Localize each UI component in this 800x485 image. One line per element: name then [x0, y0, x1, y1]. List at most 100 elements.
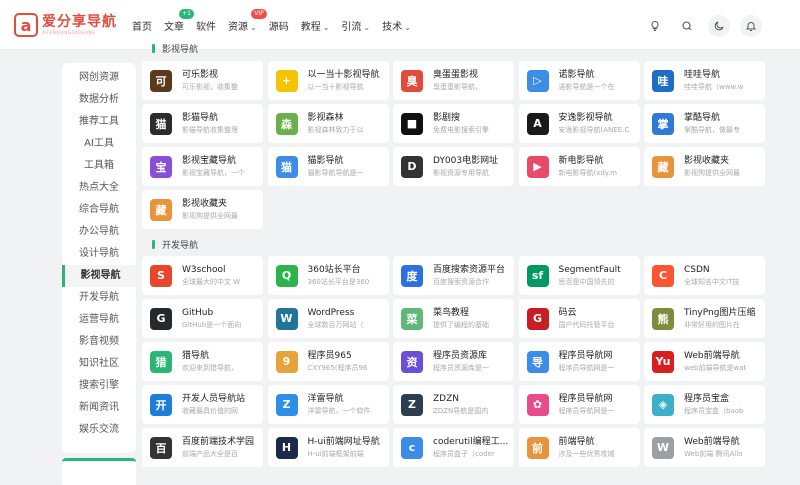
sidebar-item[interactable]: 运营导航: [62, 309, 136, 331]
site-card[interactable]: ■ 影剧搜 免费电影搜索引擎: [393, 104, 514, 143]
site-card-title: 新电影导航: [558, 155, 604, 166]
nav-item[interactable]: 软件: [196, 18, 216, 33]
sidebar-item[interactable]: 热点大全: [62, 177, 136, 199]
nav-item[interactable]: 文章 +1: [164, 8, 194, 33]
sidebar-item[interactable]: 设计导航: [62, 243, 136, 265]
site-logo-icon: 度: [401, 264, 423, 287]
site-logo-icon: H: [275, 436, 298, 459]
site-card-title: 洋雷导航: [307, 393, 344, 404]
site-card-desc: 全球最大的中文 W: [182, 277, 241, 286]
site-card-title: 可乐影视: [182, 69, 219, 80]
site-card-title: 百度搜索资源平台: [433, 264, 506, 275]
nav-item[interactable]: 引流 ⌄: [341, 18, 370, 33]
site-card[interactable]: 可可乐影视 可乐影视，收集整: [142, 61, 263, 100]
site-logo-icon: 开: [150, 393, 172, 416]
site-logo-icon: C: [652, 264, 674, 287]
site-card[interactable]: S W3school 全球最大的中文 W: [142, 256, 263, 295]
site-card[interactable]: 度百度搜索资源平台 百度搜索资源合作: [393, 256, 514, 295]
site-card[interactable]: 9 程序员965 CXY965(程序员96: [267, 342, 389, 381]
site-card-title: 程序员资源库: [433, 350, 488, 361]
site-card[interactable]: c coderutil编程工... 程序员盒子（coder: [393, 428, 514, 467]
site-logo-icon: 百: [150, 436, 172, 459]
moon-icon[interactable]: [708, 15, 730, 37]
sidebar-item[interactable]: 网创资源: [62, 67, 136, 89]
sidebar-item[interactable]: AI工具: [62, 133, 136, 155]
site-card[interactable]: G GitHub GitHub是一个面向: [142, 299, 263, 338]
site-card[interactable]: 猎猎导航 欢迎来到猎导航，: [142, 342, 263, 381]
site-card[interactable]: 哇哇哇导航 哇哇导航（www.w: [644, 61, 765, 100]
sidebar-item[interactable]: 推荐工具: [62, 111, 136, 133]
site-card[interactable]: ▷ 诺影导航 诺影导航是一个在: [518, 61, 640, 100]
site-card[interactable]: W Web前端导航 Web前端 腾讯Allo: [644, 428, 765, 467]
nav-item-label: 资源: [228, 21, 248, 33]
sidebar-item[interactable]: 知识社区: [62, 353, 136, 375]
sidebar-item[interactable]: 影音视频: [62, 331, 136, 353]
site-card[interactable]: + 以一当十影视导航 以一当十影视导航: [267, 61, 389, 100]
site-card-desc: 新电影导航(xdy.m: [558, 168, 618, 177]
site-card[interactable]: 掌掌酷导航 掌酷导航，做最专: [644, 104, 765, 143]
sidebar-item[interactable]: 娱乐交流: [62, 419, 136, 441]
site-card[interactable]: sf SegmentFault 思否是中国领先的: [518, 256, 640, 295]
bell-icon[interactable]: [740, 15, 762, 37]
top-navbar: a 爱分享导航 AIFENXIANGDAOHANG 首页 文章 +1 软件 资源 ⌄ VIP…: [0, 0, 800, 50]
site-card[interactable]: 熊 TinyPng图片压缩 非常好用的图片在: [644, 299, 765, 338]
site-logo-icon: ✿: [526, 393, 549, 416]
site-card-desc: 洋雷导航，一个软件: [307, 406, 371, 415]
site-card[interactable]: W WordPress 全球数百万网站（: [267, 299, 389, 338]
site-card[interactable]: G 码云 国产代码托管平台: [518, 299, 640, 338]
site-logo-icon: 藏: [652, 155, 674, 178]
sidebar-item[interactable]: 办公导航: [62, 221, 136, 243]
search-icon[interactable]: [676, 15, 698, 37]
site-card-title: 菜鸟教程: [433, 307, 470, 318]
site-card[interactable]: 资程序员资源库 程序员资源库是一: [393, 342, 514, 381]
site-card-title: 掌酷导航: [684, 112, 721, 123]
site-card[interactable]: 导程序员导航网 程序员导航网是一: [518, 342, 640, 381]
site-logo-icon: 导: [526, 350, 549, 373]
site-logo[interactable]: a 爱分享导航 AIFENXIANGDAOHANG: [14, 13, 117, 37]
site-card-title: 臭蛋蛋影视: [433, 69, 479, 80]
sidebar-item[interactable]: 新闻资讯: [62, 397, 136, 419]
sidebar-item[interactable]: 综合导航: [62, 199, 136, 221]
site-card[interactable]: 猫猫影导航 猫影导航导航是一: [267, 147, 389, 186]
site-card[interactable]: 宝影视宝藏导航 影视宝藏导航，一个: [142, 147, 263, 186]
site-card-desc: 百度搜索资源合作: [433, 277, 489, 286]
site-card[interactable]: Z ZDZN ZDZN导航是国内: [393, 385, 514, 424]
sidebar-item[interactable]: 开发导航: [62, 287, 136, 309]
site-card[interactable]: 藏影视收藏夹 影视狗提供全网最: [644, 147, 765, 186]
sidebar-item[interactable]: 搜索引擎: [62, 375, 136, 397]
nav-item[interactable]: 资源 ⌄ VIP: [228, 8, 267, 33]
site-card[interactable]: H H-ui前端网址导航 H-ui前端框架前端: [267, 428, 389, 467]
sidebar-item[interactable]: 工具箱: [62, 155, 136, 177]
site-card[interactable]: ▶ 新电影导航 新电影导航(xdy.m: [518, 147, 640, 186]
site-card[interactable]: 猫影猫导航 影猫导航收集整理: [142, 104, 263, 143]
site-card-desc: 思否是中国领先的: [558, 277, 615, 286]
nav-badge: +1: [179, 8, 194, 19]
site-card[interactable]: 菜菜鸟教程 提供了编程的基础: [393, 299, 514, 338]
chevron-down-icon: ⌄: [404, 22, 411, 32]
nav-item[interactable]: 技术 ⌄: [382, 18, 411, 33]
nav-item[interactable]: 教程 ⌄: [301, 18, 330, 33]
site-card[interactable]: 前前端导航 涉及一些优秀攻城: [518, 428, 640, 467]
nav-item[interactable]: 源码: [269, 18, 289, 33]
sidebar-item[interactable]: 影视导航: [62, 265, 136, 287]
site-card[interactable]: Q 360站长平台 360站长平台是360: [267, 256, 389, 295]
site-card[interactable]: D DY003电影网址 影视资源专用导航: [393, 147, 514, 186]
site-card[interactable]: 开开发人员导航站 收藏最具价值的网: [142, 385, 263, 424]
site-card[interactable]: 森影视森林 影视森林致力于以: [267, 104, 389, 143]
site-card[interactable]: 藏影视收藏夹 影视狗提供全网最: [142, 190, 263, 229]
lightbulb-icon[interactable]: [644, 15, 666, 37]
site-card[interactable]: ◈ 程序员宝盒 程序员宝盒（baob: [644, 385, 765, 424]
site-card-desc: 可乐影视，收集整: [182, 82, 238, 91]
site-card[interactable]: C CSDN 全球知名中文IT技: [644, 256, 765, 295]
site-card[interactable]: ✿ 程序员导航网 程序员导航网是一: [518, 385, 640, 424]
site-card[interactable]: 臭臭蛋蛋影视 臭蛋蛋影导航，: [393, 61, 514, 100]
site-card[interactable]: 百百度前端技术学园 前端产品大全是百: [142, 428, 263, 467]
nav-item[interactable]: 首页: [132, 18, 152, 33]
site-card[interactable]: Yu Web前端导航 web前端导航是wat: [644, 342, 765, 381]
site-logo-icon: S: [150, 264, 172, 287]
site-card[interactable]: A 安逸影视导航 安逸影视导航(ANEE.C: [518, 104, 640, 143]
sidebar-item[interactable]: 数据分析: [62, 89, 136, 111]
site-card[interactable]: Z 洋雷导航 洋雷导航，一个软件: [267, 385, 389, 424]
site-card-title: ZDZN: [433, 393, 459, 404]
site-card-desc: 安逸影视导航(ANEE.C: [558, 125, 630, 134]
